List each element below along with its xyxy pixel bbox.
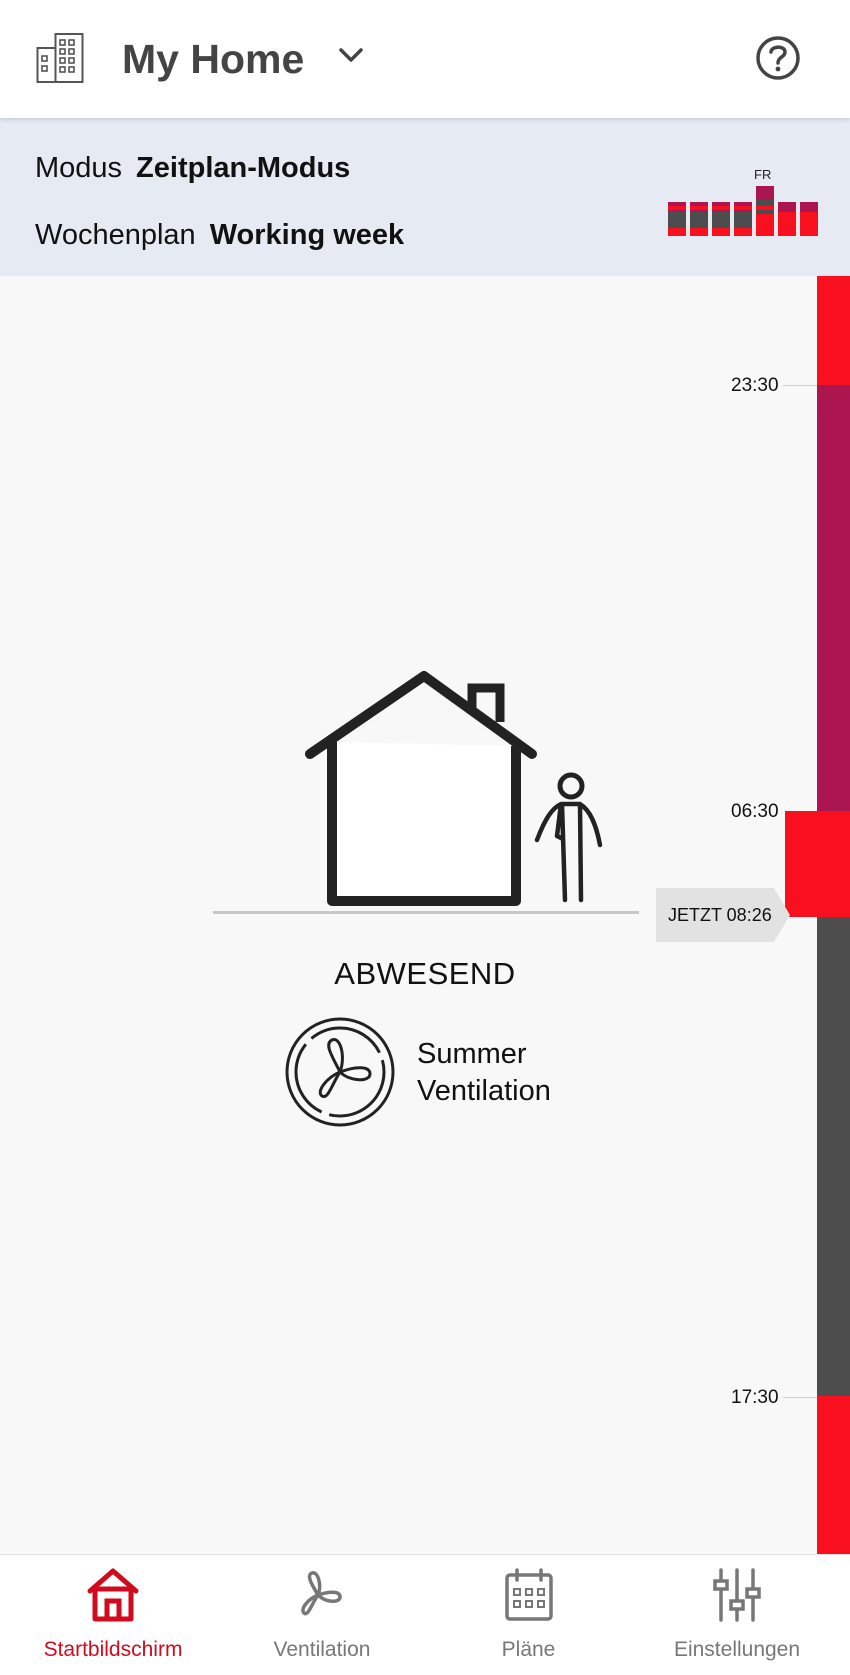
nav-item-settings[interactable]: Einstellungen xyxy=(640,1555,834,1675)
calendar-icon xyxy=(505,1568,553,1621)
nav-label: Einstellungen xyxy=(673,1638,801,1661)
ventilation-mode-line1: Summer xyxy=(417,1038,527,1070)
mode-value: Zeitplan-Modus xyxy=(136,152,351,184)
ventilation-mode-label: Summer Ventilation xyxy=(417,1036,551,1110)
nav-item-plans[interactable]: Pläne xyxy=(430,1555,627,1675)
schedule-label: Wochenplan xyxy=(35,219,196,251)
app-bar: My Home xyxy=(0,0,850,118)
bottom-navigation: Startbildschirm Ventilation Pläne Einste… xyxy=(0,1554,850,1675)
nav-item-home[interactable]: Startbildschirm xyxy=(15,1555,211,1675)
timeline-segment xyxy=(817,1396,850,1554)
house-person-icon xyxy=(305,671,603,906)
now-indicator: JETZT 08:26 xyxy=(656,888,790,942)
building-icon xyxy=(36,33,84,83)
nav-label: Startbildschirm xyxy=(43,1638,183,1661)
schedule-row: Wochenplan Working week xyxy=(35,219,404,252)
nav-label: Pläne xyxy=(501,1638,556,1661)
help-circle-icon[interactable] xyxy=(754,34,802,82)
mode-row: Modus Zeitplan-Modus xyxy=(35,152,350,185)
time-mark: 06:30 xyxy=(731,801,779,822)
fan-icon xyxy=(285,1017,395,1127)
sliders-icon xyxy=(713,1568,761,1622)
home-icon xyxy=(87,1568,139,1622)
week-schedule-thumbnail[interactable] xyxy=(664,166,820,250)
mode-label: Modus xyxy=(35,152,123,184)
presence-status: ABWESEND xyxy=(334,956,516,991)
timeline-segment xyxy=(817,276,850,385)
time-mark: 23:30 xyxy=(731,375,779,396)
tick-line xyxy=(783,1397,817,1398)
home-selector-title[interactable]: My Home xyxy=(122,36,304,83)
ground-line xyxy=(213,911,639,914)
fan-icon xyxy=(301,1571,342,1616)
chevron-down-icon[interactable] xyxy=(336,44,366,68)
ventilation-mode-line2: Ventilation xyxy=(417,1075,551,1107)
schedule-value: Working week xyxy=(209,219,405,251)
timeline-segment xyxy=(817,385,850,811)
current-timeline-segment xyxy=(785,811,850,917)
nav-label: Ventilation xyxy=(273,1638,371,1661)
tick-line xyxy=(783,385,817,386)
nav-item-ventilation[interactable]: Ventilation xyxy=(225,1555,419,1675)
time-mark: 17:30 xyxy=(731,1387,779,1408)
